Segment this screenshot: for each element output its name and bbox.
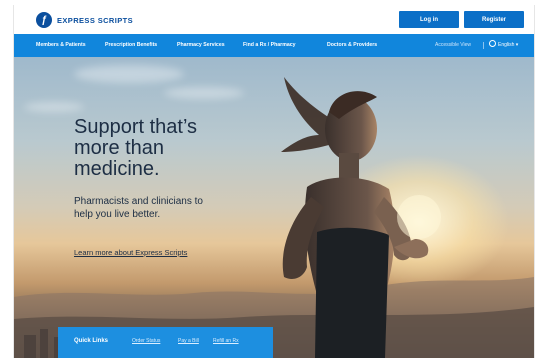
hero-title-line: more than [74, 137, 165, 159]
hero-title-line: medicine. [74, 158, 160, 180]
pay-a-bill-link[interactable]: Pay a Bill [178, 338, 199, 344]
main-nav: Members & Patients Prescription Benefits… [14, 34, 534, 57]
nav-divider [483, 42, 484, 49]
logo-text: EXPRESS SCRIPTS [57, 15, 134, 25]
nav-item-find-rx-pharmacy[interactable]: Find a Rx / Pharmacy [243, 34, 295, 57]
language-label: English [498, 42, 515, 48]
language-selector[interactable]: English ▾ [489, 34, 518, 57]
browser-page: ƒ EXPRESS SCRIPTS Log in Register Member… [13, 5, 535, 358]
nav-item-doctors-providers[interactable]: Doctors & Providers [327, 34, 377, 57]
accessible-view-link[interactable]: Accessible View [435, 34, 471, 57]
chevron-down-icon: ▾ [515, 42, 519, 48]
express-scripts-logo[interactable]: ƒ EXPRESS SCRIPTS [36, 12, 133, 28]
quick-links-bar: Quick Links Order Status Pay a Bill Refi… [58, 327, 273, 358]
globe-icon [489, 40, 496, 47]
nav-item-members-patients[interactable]: Members & Patients [36, 34, 86, 57]
register-button[interactable]: Register [464, 11, 524, 28]
nav-item-pharmacy-services[interactable]: Pharmacy Services [177, 34, 225, 57]
cloud-decoration [24, 102, 84, 112]
order-status-link[interactable]: Order Status [132, 338, 160, 344]
learn-more-link[interactable]: Learn more about Express Scripts [74, 248, 187, 257]
quick-links-title: Quick Links [74, 338, 109, 344]
nav-item-prescription-benefits[interactable]: Prescription Benefits [105, 34, 157, 57]
refill-rx-link[interactable]: Refill an Rx [213, 338, 239, 344]
logo-mark-icon: ƒ [36, 12, 52, 28]
hero-subtitle-line: help you live better. [74, 209, 161, 220]
hero-banner: Support that’s more than medicine. Pharm… [14, 57, 534, 358]
hero-title-line: Support that’s [74, 116, 198, 138]
hero-subtitle-line: Pharmacists and clinicians to [74, 196, 203, 207]
hero-subtitle: Pharmacists and clinicians to help you l… [74, 195, 254, 221]
cloud-decoration [74, 65, 184, 83]
login-button[interactable]: Log in [399, 11, 459, 28]
site-header: ƒ EXPRESS SCRIPTS Log in Register [14, 5, 534, 33]
hero-title: Support that’s more than medicine. [74, 117, 274, 180]
